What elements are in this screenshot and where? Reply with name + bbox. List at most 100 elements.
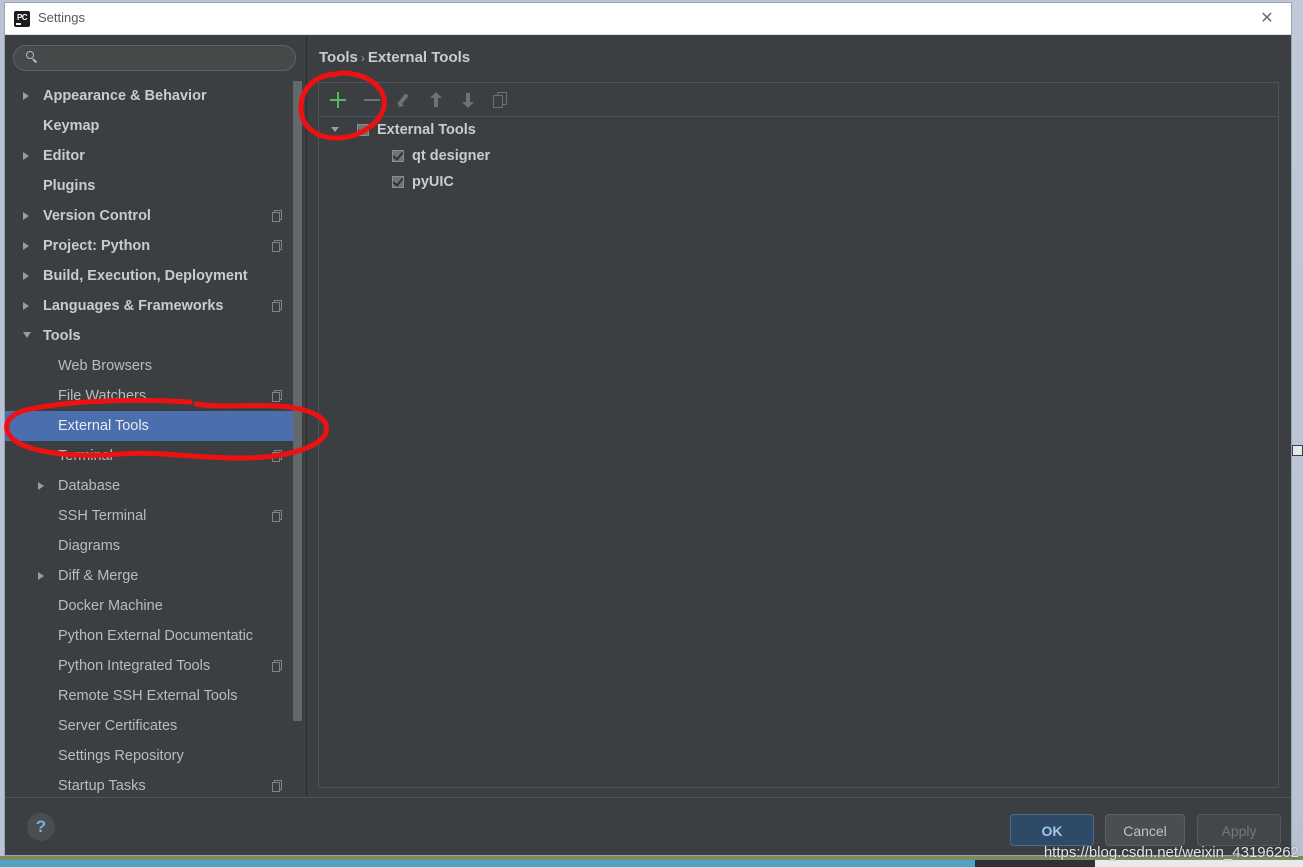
sidebar-item-label: Diagrams (58, 538, 121, 554)
sidebar-item-settings-repository[interactable]: Settings Repository (5, 741, 294, 771)
sidebar-item-label: Diff & Merge (58, 568, 139, 584)
sidebar-item-label: Server Certificates (58, 718, 178, 734)
tool-checkbox[interactable] (392, 149, 404, 162)
sidebar-tree: Appearance & Behavior Keymap Editor Plugins… (5, 81, 294, 798)
chevron-down-icon[interactable] (23, 332, 31, 338)
close-icon[interactable]: ✕ (1249, 7, 1285, 31)
sidebar-item-label: Startup Tasks (58, 778, 146, 794)
sidebar-item-label: File Watchers (58, 388, 147, 404)
search-icon (26, 51, 38, 63)
tool-checkbox[interactable] (357, 123, 369, 136)
copy-icon (493, 92, 509, 108)
breadcrumb-parent[interactable]: Tools (319, 49, 358, 66)
search-input[interactable] (47, 49, 296, 69)
tool-label: qt designer (412, 148, 491, 164)
copy-settings-icon[interactable] (272, 390, 284, 402)
sidebar-item-python-integrated-tools[interactable]: Python Integrated Tools (5, 651, 294, 681)
window-title: Settings (38, 10, 85, 25)
sidebar-item-docker-machine[interactable]: Docker Machine (5, 591, 294, 621)
arrow-up-icon (430, 92, 442, 108)
sidebar-item-keymap[interactable]: Keymap (5, 111, 294, 141)
tool-label: External Tools (377, 122, 476, 138)
sidebar-item-ssh-terminal[interactable]: SSH Terminal (5, 501, 294, 531)
sidebar-item-python-external-documentatic[interactable]: Python External Documentatic (5, 621, 294, 651)
settings-sidebar: Appearance & Behavior Keymap Editor Plugins… (5, 35, 307, 798)
sidebar-item-label: External Tools (58, 418, 149, 434)
sidebar-item-startup-tasks[interactable]: Startup Tasks (5, 771, 294, 798)
search-field-wrapper (13, 45, 296, 71)
sidebar-item-label: Python External Documentatic (58, 628, 254, 644)
sidebar-item-editor[interactable]: Editor (5, 141, 294, 171)
sidebar-item-tools[interactable]: Tools (5, 321, 294, 351)
copy-settings-icon[interactable] (272, 510, 284, 522)
external-tools-panel: External Tools qt designer pyUIC (318, 82, 1279, 788)
breadcrumb: Tools › External Tools (319, 49, 470, 66)
sidebar-item-label: Python Integrated Tools (58, 658, 211, 674)
chevron-right-icon[interactable] (23, 152, 29, 160)
edit-button[interactable] (393, 89, 415, 111)
sidebar-item-file-watchers[interactable]: File Watchers (5, 381, 294, 411)
ok-button[interactable]: OK (1010, 814, 1094, 846)
move-down-button[interactable] (457, 89, 479, 111)
copy-settings-icon[interactable] (272, 660, 284, 672)
sidebar-item-label: SSH Terminal (58, 508, 147, 524)
tool-tree-node[interactable]: pyUIC (319, 169, 1278, 195)
sidebar-item-diagrams[interactable]: Diagrams (5, 531, 294, 561)
copy-settings-icon[interactable] (272, 300, 284, 312)
chevron-right-icon[interactable] (23, 242, 29, 250)
taskbar-segment-right (1095, 860, 1303, 867)
chevron-right-icon[interactable] (38, 482, 44, 490)
settings-content: Tools › External Tools External Tools qt… (308, 35, 1291, 798)
sidebar-item-plugins[interactable]: Plugins (5, 171, 294, 201)
pycharm-icon: PC (14, 11, 30, 27)
watermark-text: https://blog.csdn.net/weixin_43196262 (1043, 844, 1299, 861)
sidebar-item-server-certificates[interactable]: Server Certificates (5, 711, 294, 741)
add-button[interactable] (327, 89, 349, 111)
background-window-box (1292, 445, 1303, 456)
sidebar-item-diff-merge[interactable]: Diff & Merge (5, 561, 294, 591)
chevron-right-icon[interactable] (38, 572, 44, 580)
copy-settings-icon[interactable] (272, 450, 284, 462)
sidebar-scrollbar-thumb[interactable] (293, 81, 302, 721)
sidebar-item-label: Database (58, 478, 121, 494)
sidebar-item-label: Terminal (58, 448, 113, 464)
sidebar-item-label: Languages & Frameworks (43, 298, 224, 314)
copy-button[interactable] (489, 89, 511, 111)
chevron-right-icon[interactable] (23, 212, 29, 220)
sidebar-item-terminal[interactable]: Terminal (5, 441, 294, 471)
chevron-down-icon[interactable] (331, 127, 339, 132)
external-tools-toolbar (319, 83, 1278, 117)
sidebar-item-label: Project: Python (43, 238, 151, 254)
copy-settings-icon[interactable] (272, 240, 284, 252)
tool-tree-node[interactable]: qt designer (319, 143, 1278, 169)
sidebar-item-languages-frameworks[interactable]: Languages & Frameworks (5, 291, 294, 321)
minus-icon (361, 89, 383, 111)
title-bar: PC Settings ✕ (5, 3, 1291, 35)
sidebar-item-appearance-behavior[interactable]: Appearance & Behavior (5, 81, 294, 111)
cancel-button[interactable]: Cancel (1105, 814, 1185, 846)
plus-icon (327, 89, 349, 111)
chevron-right-icon[interactable] (23, 302, 29, 310)
sidebar-item-remote-ssh-external-tools[interactable]: Remote SSH External Tools (5, 681, 294, 711)
sidebar-item-project-python[interactable]: Project: Python (5, 231, 294, 261)
sidebar-item-build-execution-deployment[interactable]: Build, Execution, Deployment (5, 261, 294, 291)
taskbar-segment-mid (975, 860, 1095, 867)
help-button[interactable]: ? (27, 813, 55, 841)
external-tools-tree: External Tools qt designer pyUIC (319, 117, 1278, 787)
chevron-right-icon[interactable] (23, 272, 29, 280)
copy-settings-icon[interactable] (272, 780, 284, 792)
copy-settings-icon[interactable] (272, 210, 284, 222)
sidebar-item-external-tools[interactable]: External Tools (5, 411, 294, 441)
sidebar-item-label: Editor (43, 148, 85, 164)
sidebar-item-web-browsers[interactable]: Web Browsers (5, 351, 294, 381)
remove-button[interactable] (361, 89, 383, 111)
sidebar-item-label: Tools (43, 328, 81, 344)
tool-checkbox[interactable] (392, 175, 404, 188)
chevron-right-icon[interactable] (23, 92, 29, 100)
tool-tree-node[interactable]: External Tools (319, 117, 1278, 143)
sidebar-item-database[interactable]: Database (5, 471, 294, 501)
sidebar-item-version-control[interactable]: Version Control (5, 201, 294, 231)
arrow-down-icon (462, 92, 474, 108)
move-up-button[interactable] (425, 89, 447, 111)
tool-label: pyUIC (412, 174, 454, 190)
